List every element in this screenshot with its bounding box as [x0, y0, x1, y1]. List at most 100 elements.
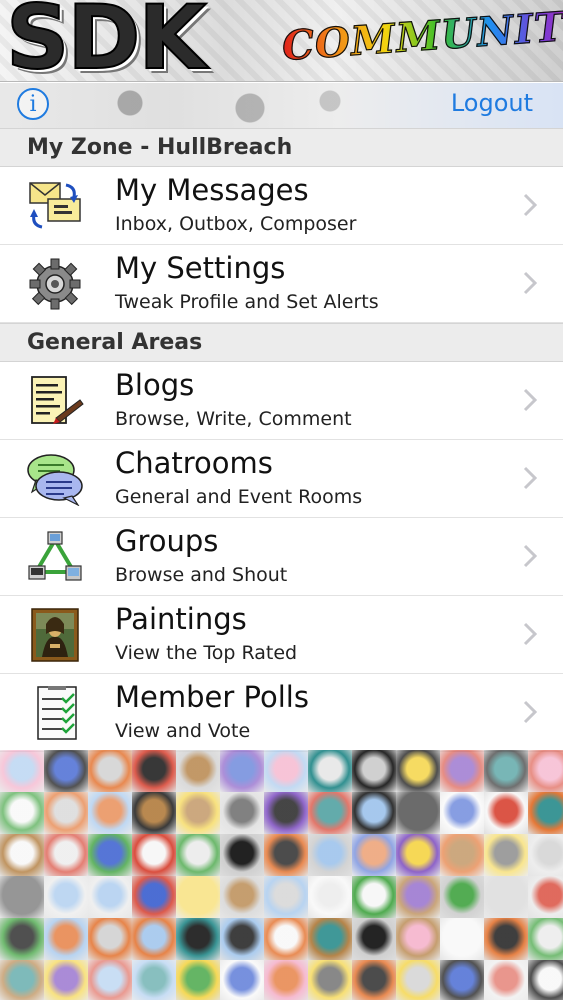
banner-divider [0, 81, 563, 82]
notepad-icon [31, 376, 84, 424]
info-button[interactable]: i [17, 88, 49, 120]
avatar-tile [352, 750, 396, 792]
avatar-tile [264, 750, 308, 792]
chevron-right-icon [523, 622, 537, 646]
avatar-tile [88, 834, 132, 876]
avatar-tile [308, 750, 352, 792]
avatar-tile [396, 876, 440, 918]
row-chatrooms[interactable]: Chatrooms General and Event Rooms [0, 440, 563, 518]
chevron-right-icon [523, 193, 537, 217]
avatar-tile [176, 834, 220, 876]
row-subtitle: Tweak Profile and Set Alerts [115, 291, 379, 313]
avatar-tile [88, 918, 132, 960]
sdk-logo: SDK [5, 0, 208, 82]
avatar-tile [308, 792, 352, 834]
avatar-tile [352, 792, 396, 834]
avatar-tile [352, 960, 396, 1000]
avatar-tile [396, 792, 440, 834]
avatar-tile [440, 750, 484, 792]
avatar-tile [220, 792, 264, 834]
avatar-tile [352, 918, 396, 960]
avatar-tile [0, 834, 44, 876]
avatar-tile [528, 876, 563, 918]
avatar-tile [440, 918, 484, 960]
avatar-tile [528, 960, 563, 1000]
row-title: My Messages [115, 173, 309, 207]
avatar-tile [264, 792, 308, 834]
avatar-tile [264, 918, 308, 960]
row-member-polls[interactable]: Member Polls View and Vote [0, 674, 563, 752]
avatar-tile [484, 834, 528, 876]
avatar-tile [396, 960, 440, 1000]
avatar-tile [88, 792, 132, 834]
envelope-icon [29, 182, 81, 229]
chevron-right-icon [523, 544, 537, 568]
row-subtitle: General and Event Rooms [115, 486, 363, 508]
avatar-tile [220, 834, 264, 876]
avatar-tile [44, 960, 88, 1000]
avatar-tile [528, 834, 563, 876]
row-title: My Settings [115, 251, 286, 285]
avatar-tile [0, 960, 44, 1000]
chat-bubbles-icon [27, 454, 83, 506]
row-groups[interactable]: Groups Browse and Shout [0, 518, 563, 596]
avatar-tile [528, 750, 563, 792]
chevron-right-icon [523, 388, 537, 412]
row-subtitle: View and Vote [115, 720, 251, 742]
avatar-tile [88, 750, 132, 792]
avatar-tile [44, 918, 88, 960]
avatar-tile [88, 960, 132, 1000]
avatar-tile [132, 834, 176, 876]
avatar-tile [308, 876, 352, 918]
avatar-tile [440, 792, 484, 834]
avatar-tile [484, 960, 528, 1000]
avatar-tile [0, 918, 44, 960]
avatar-tile [132, 792, 176, 834]
painting-icon [31, 608, 79, 662]
avatar-tile [44, 876, 88, 918]
avatar-tile [88, 876, 132, 918]
chevron-right-icon [523, 271, 537, 295]
row-subtitle: Browse, Write, Comment [115, 408, 352, 430]
avatar-tile [132, 960, 176, 1000]
avatar-tile [176, 918, 220, 960]
avatar-tile [220, 750, 264, 792]
avatar-tile [176, 792, 220, 834]
avatar-tile [396, 918, 440, 960]
avatar-tile [220, 918, 264, 960]
avatar-tile [440, 960, 484, 1000]
row-title: Chatrooms [115, 446, 273, 480]
avatar-tile [220, 876, 264, 918]
row-paintings[interactable]: Paintings View the Top Rated [0, 596, 563, 674]
top-bar: i Logout [0, 83, 563, 128]
avatar-tile [176, 960, 220, 1000]
avatar-tile [0, 876, 44, 918]
avatar-tile [484, 918, 528, 960]
avatar-tile [264, 960, 308, 1000]
community-logo: COMMUNITY [280, 1, 563, 71]
avatar-tile [440, 876, 484, 918]
logout-button[interactable]: Logout [451, 89, 533, 117]
avatar-tile [0, 750, 44, 792]
avatar-tile [220, 960, 264, 1000]
avatar-tile [396, 750, 440, 792]
avatar-tile [308, 918, 352, 960]
row-subtitle: View the Top Rated [115, 642, 298, 664]
network-icon [28, 531, 82, 581]
avatar-tile [0, 792, 44, 834]
row-title: Groups [115, 524, 219, 558]
app-banner: SDK COMMUNITY [0, 0, 563, 82]
avatar-tile [308, 960, 352, 1000]
info-icon: i [29, 91, 37, 117]
row-subtitle: Inbox, Outbox, Composer [115, 213, 357, 235]
avatar-tile [396, 834, 440, 876]
avatar-tile [528, 792, 563, 834]
row-blogs[interactable]: Blogs Browse, Write, Comment [0, 362, 563, 440]
avatar-tile [44, 750, 88, 792]
section-header-my-zone: My Zone - HullBreach [0, 128, 563, 167]
row-my-messages[interactable]: My Messages Inbox, Outbox, Composer [0, 167, 563, 245]
row-my-settings[interactable]: My Settings Tweak Profile and Set Alerts [0, 245, 563, 323]
gear-icon [29, 258, 81, 310]
avatar-tile [308, 834, 352, 876]
section-header-general-areas: General Areas [0, 323, 563, 362]
